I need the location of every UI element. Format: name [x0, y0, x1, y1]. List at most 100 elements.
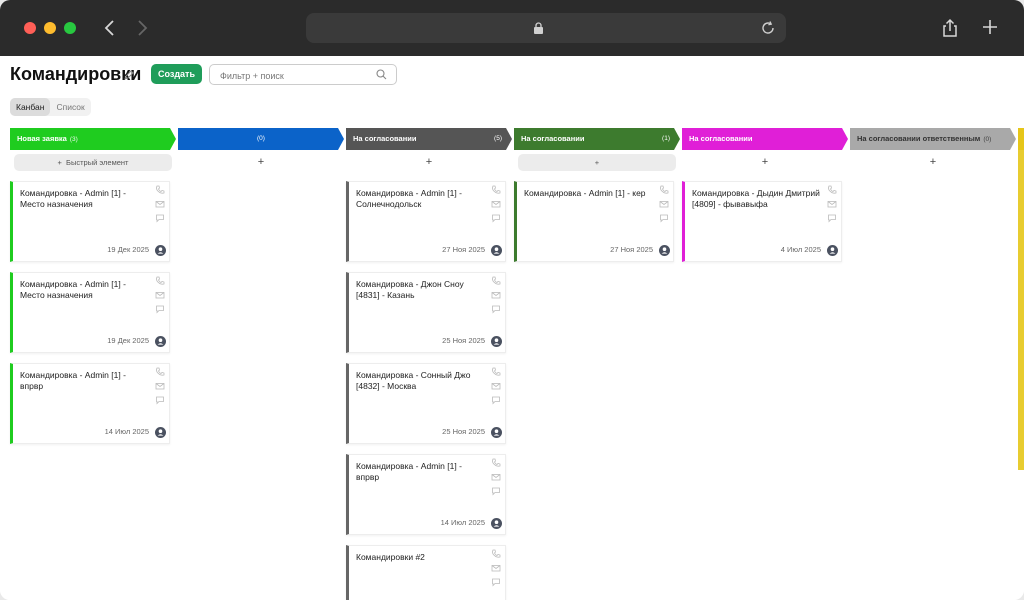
- card-icons: [827, 185, 837, 227]
- page-title: Командировки: [10, 64, 142, 84]
- tab-kanban[interactable]: Канбан: [10, 98, 51, 116]
- column-header[interactable]: (0): [178, 128, 344, 150]
- avatar-icon[interactable]: [491, 427, 502, 438]
- mail-icon[interactable]: [491, 381, 501, 391]
- comment-icon[interactable]: [827, 213, 837, 223]
- kanban-column-next-edge: [1018, 150, 1024, 470]
- zoom-window-button[interactable]: [64, 22, 76, 34]
- mail-icon[interactable]: [491, 472, 501, 482]
- column-title: Новая заявка: [17, 134, 67, 143]
- search-input[interactable]: [218, 68, 372, 83]
- add-card-button[interactable]: +: [518, 154, 676, 171]
- comment-icon[interactable]: [155, 395, 165, 405]
- search-icon[interactable]: [376, 69, 387, 80]
- column-count: (0): [257, 135, 265, 142]
- add-card-button[interactable]: +: [682, 154, 848, 171]
- kanban-card[interactable]: Командировка - Admin [1] - Место назначе…: [10, 272, 170, 353]
- add-card-button[interactable]: +: [850, 154, 1016, 171]
- phone-icon[interactable]: [491, 367, 501, 377]
- phone-icon[interactable]: [659, 185, 669, 195]
- mail-icon[interactable]: [827, 199, 837, 209]
- kanban-card[interactable]: Командировка - Admin [1] - Место назначе…: [10, 181, 170, 262]
- comment-icon[interactable]: [491, 213, 501, 223]
- comment-icon[interactable]: [491, 577, 501, 587]
- mail-icon[interactable]: [155, 199, 165, 209]
- card-icons: [491, 276, 501, 318]
- kanban-card[interactable]: Командировка - Джон Сноу [4831] - Казань…: [346, 272, 506, 353]
- phone-icon[interactable]: [155, 185, 165, 195]
- avatar-icon[interactable]: [155, 336, 166, 347]
- reload-icon[interactable]: [760, 20, 776, 36]
- column-title: На согласовании ответственным: [857, 134, 981, 143]
- card-title: Командировка - Admin [1] - Солнечнодольс…: [356, 188, 462, 209]
- phone-icon[interactable]: [491, 185, 501, 195]
- kanban-card[interactable]: Командировка - Admin [1] - впрвр 14 Июл …: [346, 454, 506, 535]
- quick-add-button[interactable]: + Быстрый элемент: [14, 154, 172, 171]
- comment-icon[interactable]: [659, 213, 669, 223]
- mail-icon[interactable]: [491, 563, 501, 573]
- tab-list[interactable]: Список: [50, 98, 90, 116]
- comment-icon[interactable]: [491, 395, 501, 405]
- avatar-icon[interactable]: [155, 427, 166, 438]
- card-date: 14 Июл 2025: [104, 427, 149, 436]
- create-button[interactable]: Создать: [151, 64, 202, 84]
- kanban-card[interactable]: Командировка - Admin [1] - впрвр 14 Июл …: [10, 363, 170, 444]
- kanban-card[interactable]: Командировка - Сонный Джо [4832] - Москв…: [346, 363, 506, 444]
- card-title: Командировка - Сонный Джо [4832] - Москв…: [356, 370, 471, 391]
- forward-icon[interactable]: [132, 18, 152, 38]
- edit-icon[interactable]: [124, 70, 134, 80]
- add-card-button[interactable]: +: [346, 154, 512, 171]
- phone-icon[interactable]: [491, 549, 501, 559]
- kanban-card[interactable]: Командировка - Дыдин Дмитрий [4809] - фы…: [682, 181, 842, 262]
- column-header[interactable]: На согласовании (1): [514, 128, 680, 150]
- avatar-icon[interactable]: [491, 336, 502, 347]
- kanban-column-next[interactable]: [1018, 128, 1024, 150]
- back-icon[interactable]: [100, 18, 120, 38]
- avatar-icon[interactable]: [155, 245, 166, 256]
- card-icons: [491, 549, 501, 591]
- card-title: Командировка - Admin [1] - впрвр: [356, 461, 462, 482]
- card-date: 4 Июл 2025: [780, 245, 821, 254]
- card-date: 25 Ноя 2025: [442, 427, 485, 436]
- phone-icon[interactable]: [155, 276, 165, 286]
- avatar-icon[interactable]: [659, 245, 670, 256]
- kanban-card[interactable]: Командировка - Admin [1] - Солнечнодольс…: [346, 181, 506, 262]
- mail-icon[interactable]: [155, 290, 165, 300]
- column-count: (0): [983, 136, 992, 143]
- avatar-icon[interactable]: [491, 245, 502, 256]
- column-header[interactable]: На согласовании ответственным (0): [850, 128, 1016, 150]
- column-header[interactable]: На согласовании (5): [346, 128, 512, 150]
- mail-icon[interactable]: [659, 199, 669, 209]
- mail-icon[interactable]: [491, 290, 501, 300]
- comment-icon[interactable]: [491, 486, 501, 496]
- phone-icon[interactable]: [827, 185, 837, 195]
- card-icons: [491, 458, 501, 500]
- address-bar[interactable]: [306, 13, 786, 43]
- browser-window: Командировки Создать Канбан Список Новая…: [0, 0, 1024, 600]
- kanban-column-blue: (0) +: [178, 128, 344, 171]
- share-icon[interactable]: [940, 18, 960, 38]
- close-window-button[interactable]: [24, 22, 36, 34]
- mail-icon[interactable]: [491, 199, 501, 209]
- new-tab-icon[interactable]: [980, 17, 1000, 37]
- card-icons: [155, 276, 165, 318]
- column-header[interactable]: На согласовании: [682, 128, 848, 150]
- column-count: (1): [662, 135, 670, 142]
- kanban-card[interactable]: Командировки #2: [346, 545, 506, 600]
- minimize-window-button[interactable]: [44, 22, 56, 34]
- comment-icon[interactable]: [491, 304, 501, 314]
- search-field[interactable]: [209, 64, 397, 85]
- avatar-icon[interactable]: [827, 245, 838, 256]
- add-card-button[interactable]: +: [178, 154, 344, 171]
- comment-icon[interactable]: [155, 213, 165, 223]
- phone-icon[interactable]: [491, 458, 501, 468]
- kanban-card[interactable]: Командировка - Admin [1] - кер 27 Ноя 20…: [514, 181, 674, 262]
- mail-icon[interactable]: [155, 381, 165, 391]
- card-date: 25 Ноя 2025: [442, 336, 485, 345]
- avatar-icon[interactable]: [491, 518, 502, 529]
- phone-icon[interactable]: [491, 276, 501, 286]
- comment-icon[interactable]: [155, 304, 165, 314]
- column-header[interactable]: Новая заявка (3): [10, 128, 176, 150]
- card-date: 27 Ноя 2025: [442, 245, 485, 254]
- phone-icon[interactable]: [155, 367, 165, 377]
